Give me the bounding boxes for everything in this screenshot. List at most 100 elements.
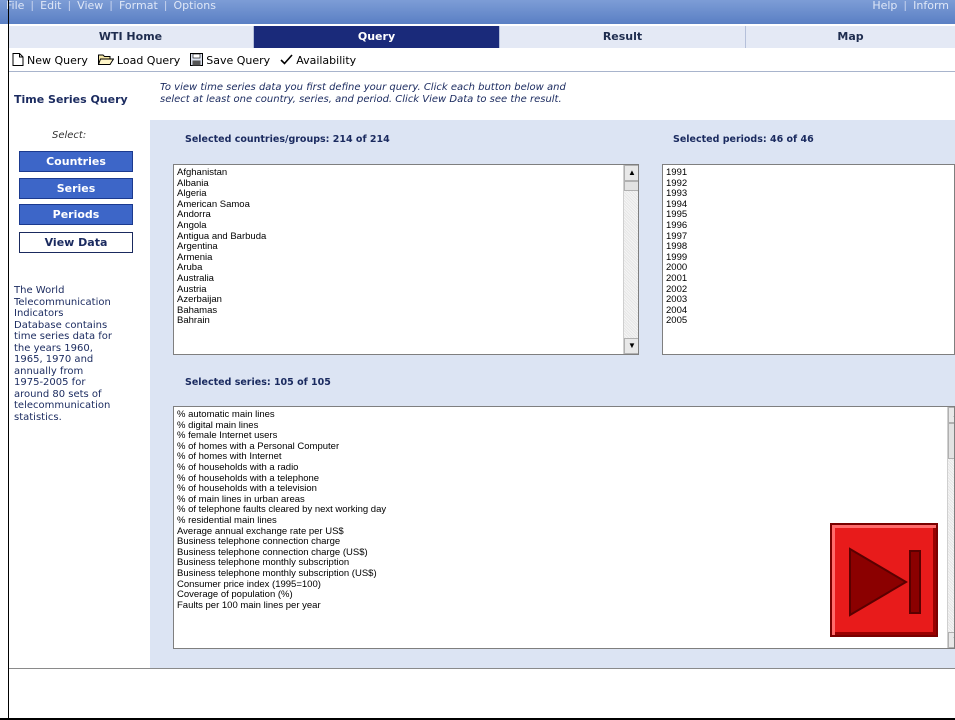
list-item[interactable]: Argentina <box>177 242 638 253</box>
play-next-icon <box>849 547 921 617</box>
tab-map[interactable]: Map <box>746 26 955 48</box>
list-item[interactable]: Andorra <box>177 210 638 221</box>
save-query-label: Save Query <box>206 54 271 67</box>
instructions-line-2: select at least one country, series, and… <box>160 94 562 105</box>
list-item[interactable]: Aruba <box>177 263 638 274</box>
scroll-up-icon[interactable]: ▲ <box>948 407 954 423</box>
load-query-label: Load Query <box>116 54 181 67</box>
countries-items: Afghanistan Albania Algeria American Samoa A… <box>174 165 638 327</box>
list-item[interactable]: 1991 <box>666 167 954 179</box>
countries-button[interactable]: Countries <box>19 151 133 172</box>
countries-scrollbar[interactable]: ▲ ▼ <box>623 165 638 354</box>
about-line: Database contains <box>14 319 108 331</box>
series-count-label: Selected series: 105 of 105 <box>185 377 331 388</box>
play-next-button[interactable] <box>830 523 938 637</box>
menu-inform[interactable]: Inform <box>907 0 955 11</box>
menu-view[interactable]: View <box>71 0 109 11</box>
periods-count-label: Selected periods: 46 of 46 <box>673 134 814 145</box>
tab-query[interactable]: Query <box>254 26 500 48</box>
countries-listbox[interactable]: Afghanistan Albania Algeria American Samoa A… <box>173 164 639 355</box>
database-description: The World Telecommunication Indicators D… <box>14 285 146 423</box>
menu-help[interactable]: Help <box>866 0 903 11</box>
list-item[interactable]: % of telephone faults cleared by next wo… <box>177 505 954 516</box>
list-item[interactable]: 1995 <box>666 210 954 221</box>
list-item[interactable]: 1994 <box>666 199 954 211</box>
list-item[interactable]: 1992 <box>666 178 954 190</box>
about-line: annually from <box>14 365 84 377</box>
list-item[interactable]: % of households with a radio <box>177 462 954 474</box>
load-query-button[interactable]: Load Query <box>94 51 186 71</box>
list-item[interactable]: Angola <box>177 220 638 232</box>
scroll-down-icon[interactable]: ▼ <box>948 632 954 648</box>
about-line: the years 1960, <box>14 342 93 354</box>
menu-file[interactable]: File <box>0 0 30 11</box>
about-line: telecommunication <box>14 400 111 411</box>
availability-button[interactable]: Availability <box>276 51 362 71</box>
query-instructions: To view time series data you first defin… <box>160 82 720 106</box>
save-query-button[interactable]: Save Query <box>186 51 276 71</box>
list-item[interactable]: % automatic main lines <box>177 409 954 421</box>
instructions-line-1: To view time series data you first defin… <box>160 82 566 93</box>
list-item[interactable]: Bahamas <box>177 305 638 317</box>
list-item[interactable]: Bahrain <box>177 316 638 327</box>
countries-count-label: Selected countries/groups: 214 of 214 <box>185 134 390 145</box>
new-query-label: New Query <box>27 54 88 67</box>
menu-format[interactable]: Format <box>113 0 164 11</box>
about-line: 1965, 1970 and <box>14 354 94 365</box>
about-line: time series data for <box>14 331 113 342</box>
about-line: Indicators <box>14 308 64 319</box>
new-query-button[interactable]: New Query <box>8 51 94 71</box>
list-item[interactable]: 2003 <box>666 295 954 306</box>
list-item[interactable]: 1999 <box>666 252 954 264</box>
list-item[interactable]: 2000 <box>666 263 954 274</box>
new-document-icon <box>12 52 24 69</box>
main-tabs: WTI Home Query Result Map <box>8 26 955 48</box>
menu-right: Help | Inform <box>866 0 955 11</box>
list-item[interactable]: Australia <box>177 273 638 285</box>
toolbar: New Query Load Query Save Query Availabi… <box>8 50 955 72</box>
menu-bar: File | Edit | View | Format | Options Help | Infor… <box>0 0 955 24</box>
scroll-up-icon[interactable]: ▲ <box>624 165 638 181</box>
page-title: Time Series Query <box>14 93 128 106</box>
list-item[interactable]: 1996 <box>666 220 954 232</box>
content-bottom-rule <box>8 668 955 669</box>
list-item[interactable]: Armenia <box>177 252 638 264</box>
periods-listbox[interactable]: 1991 1992 1993 1994 1995 1996 1997 1998 1999 2000… <box>662 164 955 355</box>
list-item[interactable]: 2005 <box>666 316 954 327</box>
scroll-thumb[interactable] <box>948 423 954 459</box>
select-label: Select: <box>52 130 87 141</box>
list-item[interactable]: Albania <box>177 178 638 190</box>
view-data-button[interactable]: View Data <box>19 232 133 253</box>
application-window: File | Edit | View | Format | Options Help | Infor… <box>0 0 955 720</box>
about-line: around 80 sets of <box>14 388 102 400</box>
list-item[interactable]: 2002 <box>666 284 954 296</box>
list-item[interactable]: 1998 <box>666 242 954 253</box>
menu-options[interactable]: Options <box>167 0 221 11</box>
list-item[interactable]: 2001 <box>666 273 954 285</box>
menu-edit[interactable]: Edit <box>34 0 67 11</box>
list-item[interactable]: 1997 <box>666 231 954 243</box>
checkmark-icon <box>280 53 293 68</box>
scroll-thumb[interactable] <box>624 181 638 191</box>
about-line: statistics. <box>14 411 62 423</box>
periods-button[interactable]: Periods <box>19 204 133 225</box>
tab-result[interactable]: Result <box>500 26 746 48</box>
series-button[interactable]: Series <box>19 178 133 199</box>
scroll-down-icon[interactable]: ▼ <box>624 338 638 354</box>
list-item[interactable]: American Samoa <box>177 199 638 211</box>
list-item[interactable]: 2004 <box>666 305 954 317</box>
series-scrollbar[interactable]: ▲ ▼ <box>947 407 954 648</box>
list-item[interactable]: Afghanistan <box>177 167 638 179</box>
list-item[interactable]: Austria <box>177 284 638 296</box>
availability-label: Availability <box>296 54 357 67</box>
list-item[interactable]: % of homes with a Personal Computer <box>177 441 954 453</box>
list-item[interactable]: 1993 <box>666 189 954 200</box>
tab-wti-home[interactable]: WTI Home <box>8 26 254 48</box>
list-item[interactable]: Azerbaijan <box>177 295 638 306</box>
about-line: Telecommunication <box>14 296 111 308</box>
list-item[interactable]: Antigua and Barbuda <box>177 231 638 243</box>
list-item[interactable]: % digital main lines <box>177 420 954 432</box>
open-folder-icon <box>97 53 115 68</box>
menu-left: File | Edit | View | Format | Options <box>0 0 222 11</box>
about-line: 1975-2005 for <box>14 377 86 388</box>
